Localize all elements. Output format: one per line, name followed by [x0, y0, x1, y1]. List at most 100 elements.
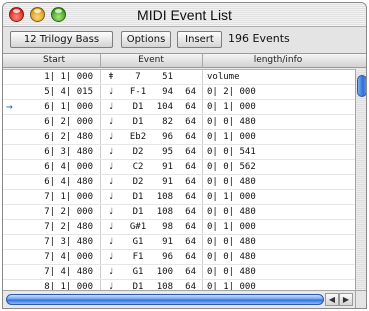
event-row[interactable]: 6| 3| 480 ♩ D2 95 64 0| 0| 541	[3, 145, 355, 160]
event-value-2: 64	[185, 192, 196, 202]
event-start: 7| 1| 000	[44, 192, 93, 202]
event-type-icon: ♩	[108, 162, 114, 172]
column-header-length-info[interactable]: length/info	[203, 55, 353, 65]
event-length-info: 0| 1| 000	[207, 282, 256, 290]
event-start: 6| 1| 000	[44, 102, 93, 112]
event-note-name: D2	[132, 147, 144, 157]
event-row[interactable]: 1| 1| 000 ǂ 7 51 volume	[3, 70, 355, 85]
event-row[interactable]: 6| 2| 480 ♩ Eb2 96 64 0| 1| 000	[3, 130, 355, 145]
event-value-1: 82	[162, 117, 173, 127]
column-header-event[interactable]: Event	[101, 55, 201, 65]
resize-corner[interactable]	[355, 290, 366, 308]
title-bar[interactable]: MIDI Event List	[3, 3, 366, 27]
event-type-icon: ♩	[108, 282, 114, 290]
event-value-1: 98	[162, 222, 173, 232]
event-length-info: 0| 1| 000	[207, 222, 256, 232]
event-value-1: 96	[162, 132, 173, 142]
event-row[interactable]: 5| 4| 015 ♩ F-1 94 64 0| 2| 000	[3, 85, 355, 100]
event-start: 6| 4| 480	[44, 177, 93, 187]
event-type-icon: ♩	[108, 192, 114, 202]
event-value-1: 108	[156, 282, 173, 290]
event-value-1: 51	[162, 72, 173, 82]
event-row[interactable]: 7| 2| 480 ♩ G#1 98 64 0| 1| 000	[3, 220, 355, 235]
event-type-icon: ǂ	[108, 72, 114, 82]
event-value-2: 64	[185, 132, 196, 142]
vertical-scrollbar[interactable]	[355, 69, 366, 290]
event-value-1: 91	[162, 237, 173, 247]
vertical-scroll-thumb[interactable]	[357, 75, 366, 97]
event-length-info: 0| 0| 480	[207, 252, 256, 262]
scroll-right-arrow-icon[interactable]: ▶	[339, 293, 353, 306]
event-start: 7| 2| 000	[44, 207, 93, 217]
event-length-info: volume	[207, 72, 240, 82]
event-note-name: D1	[132, 117, 144, 127]
event-row[interactable]: 7| 3| 480 ♩ G1 91 64 0| 0| 480	[3, 235, 355, 250]
event-value-2: 64	[185, 207, 196, 217]
event-note-name: C2	[132, 162, 144, 172]
event-value-1: 95	[162, 147, 173, 157]
event-note-name: G1	[132, 237, 144, 247]
event-length-info: 0| 0| 541	[207, 147, 256, 157]
event-value-2: 64	[185, 87, 196, 97]
toolbar: 12 Trilogy Bass Options Insert 196 Event…	[3, 27, 366, 53]
event-length-info: 0| 1| 000	[207, 192, 256, 202]
horizontal-scroll-thumb[interactable]	[6, 294, 324, 305]
event-row[interactable]: 7| 4| 000 ♩ F1 96 64 0| 0| 480	[3, 250, 355, 265]
event-row[interactable]: 6| 4| 000 ♩ C2 91 64 0| 0| 562	[3, 160, 355, 175]
event-start: 6| 3| 480	[44, 147, 93, 157]
event-note-name: D1	[132, 192, 144, 202]
event-row[interactable]: → 6| 1| 000 ♩ D1 104 64 0| 1| 000	[3, 100, 355, 115]
event-note-name: F1	[132, 252, 144, 262]
event-value-2: 64	[185, 252, 196, 262]
event-start: 1| 1| 000	[44, 72, 93, 82]
event-value-2: 64	[185, 282, 196, 290]
event-note-name: Eb2	[129, 132, 147, 142]
event-value-2: 64	[185, 117, 196, 127]
event-value-1: 91	[162, 177, 173, 187]
column-header-start[interactable]: Start	[9, 55, 99, 65]
event-start: 7| 2| 480	[44, 222, 93, 232]
track-selector-button[interactable]: 12 Trilogy Bass	[10, 31, 113, 48]
event-type-icon: ♩	[108, 267, 114, 277]
event-type-icon: ♩	[108, 207, 114, 217]
event-value-1: 91	[162, 162, 173, 172]
event-length-info: 0| 1| 000	[207, 132, 256, 142]
event-row[interactable]: 7| 4| 480 ♩ G1 100 64 0| 0| 480	[3, 265, 355, 280]
event-start: 6| 2| 000	[44, 117, 93, 127]
event-value-2: 64	[185, 222, 196, 232]
event-count: 196 Events	[228, 32, 290, 45]
event-type-icon: ♩	[108, 87, 114, 97]
event-list[interactable]: 1| 1| 000 ǂ 7 51 volume 5| 4| 015 ♩ F-1 94 64 0| 2…	[3, 69, 355, 290]
event-note-name: F-1	[129, 87, 147, 97]
event-start: 8| 1| 000	[44, 282, 93, 290]
event-value-2: 64	[185, 102, 196, 112]
event-value-1: 96	[162, 252, 173, 262]
event-value-2: 64	[185, 267, 196, 277]
event-length-info: 0| 0| 480	[207, 207, 256, 217]
event-row[interactable]: 8| 1| 000 ♩ D1 108 64 0| 1| 000	[3, 280, 355, 290]
event-length-info: 0| 2| 000	[207, 87, 256, 97]
horizontal-scrollbar[interactable]: ◀ ▶	[3, 290, 355, 308]
event-type-icon: ♩	[108, 117, 114, 127]
scroll-left-arrow-icon[interactable]: ◀	[325, 293, 339, 306]
event-note-name: D1	[132, 102, 144, 112]
current-event-arrow-icon: →	[6, 100, 13, 113]
column-header: Start Event length/info	[3, 53, 366, 68]
event-row[interactable]: 6| 2| 000 ♩ D1 82 64 0| 0| 480	[3, 115, 355, 130]
event-value-1: 94	[162, 87, 173, 97]
event-start: 7| 3| 480	[44, 237, 93, 247]
event-value-1: 108	[156, 192, 173, 202]
event-start: 7| 4| 000	[44, 252, 93, 262]
event-value-1: 100	[156, 267, 173, 277]
event-type-icon: ♩	[108, 132, 114, 142]
event-row[interactable]: 7| 1| 000 ♩ D1 108 64 0| 1| 000	[3, 190, 355, 205]
event-row[interactable]: 7| 2| 000 ♩ D1 108 64 0| 0| 480	[3, 205, 355, 220]
event-note-name: G#1	[129, 222, 147, 232]
event-row[interactable]: 6| 4| 480 ♩ D2 91 64 0| 0| 480	[3, 175, 355, 190]
event-value-2: 64	[185, 177, 196, 187]
event-length-info: 0| 0| 562	[207, 162, 256, 172]
event-start: 7| 4| 480	[44, 267, 93, 277]
event-value-1: 108	[156, 207, 173, 217]
options-button[interactable]: Options	[121, 31, 171, 48]
insert-button[interactable]: Insert	[177, 31, 222, 48]
